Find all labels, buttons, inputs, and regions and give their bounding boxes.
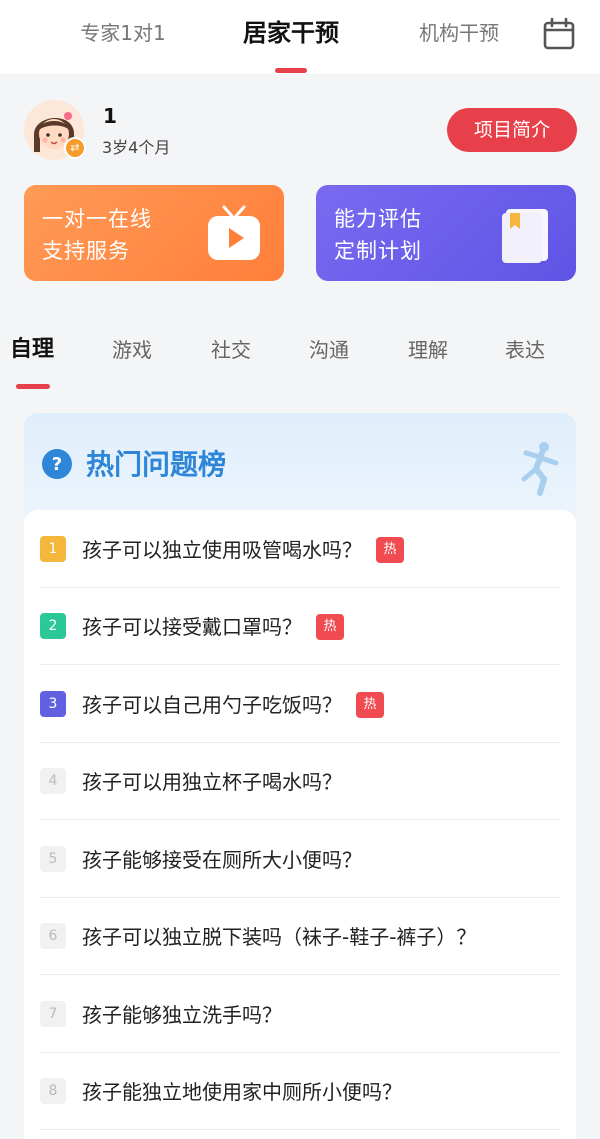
tab-institution-intervention[interactable]: 机构干预 [398,16,520,50]
question-text: 孩子能够独立洗手吗？ [82,999,282,1028]
question-text: 孩子能独立地使用家中厕所小便吗？ [82,1076,402,1105]
question-text: 孩子可以独立使用吸管喝水吗？ 热 [82,534,404,565]
active-tab-indicator [275,68,307,73]
question-text: 孩子能够接受在厕所大小便吗？ [82,844,362,873]
hot-questions-header: ? 热门问题榜 [24,413,576,523]
hot-list-title: 热门问题榜 [86,448,227,481]
question-text: 孩子可以接受戴口罩吗？ 热 [82,611,344,642]
list-item[interactable]: 5 孩子能够接受在厕所大小便吗？ [24,820,576,898]
question-label: 孩子可以独立脱下装吗（袜子-鞋子-裤子）？ [82,925,477,949]
hot-badge: 热 [356,691,384,718]
list-item[interactable]: 1 孩子可以独立使用吸管喝水吗？ 热 [24,510,576,588]
question-label: 孩子能够独立洗手吗？ [82,1003,282,1027]
child-age: 3岁4个月 [102,138,171,157]
hot-badge: 热 [376,536,404,563]
question-label: 孩子可以用独立杯子喝水吗？ [82,770,342,794]
question-icon: ? [42,449,72,479]
question-text: 孩子可以自己用勺子吃饭吗？ 热 [82,689,384,720]
rank-badge: 7 [40,1001,66,1027]
tab-understanding[interactable]: 理解 [408,330,448,370]
question-label: 孩子可以接受戴口罩吗？ [82,615,302,639]
tab-communication[interactable]: 沟通 [309,330,349,370]
hot-badge: 热 [316,613,344,640]
card-subtitle: 定制计划 [334,239,422,263]
hot-question-list: 1 孩子可以独立使用吸管喝水吗？ 热 2 孩子可以接受戴口罩吗？ 热 3 孩子可以自己用勺子吃… [24,510,576,1139]
top-navigation: 专家1对1 居家干预 机构干预 [0,0,600,74]
tab-games[interactable]: 游戏 [112,330,152,370]
svg-text:?: ? [52,454,62,475]
tv-play-icon [208,205,260,260]
question-label: 孩子能够接受在厕所大小便吗？ [82,848,362,872]
active-category-indicator [16,384,50,389]
rank-badge: 4 [40,768,66,794]
rank-badge: 5 [40,846,66,872]
list-item[interactable]: 2 孩子可以接受戴口罩吗？ 热 [24,587,576,665]
card-title: 能力评估 [334,207,422,231]
rank-badge: 8 [40,1078,66,1104]
question-label: 孩子可以独立使用吸管喝水吗？ [82,538,362,562]
rank-badge: 6 [40,923,66,949]
rank-badge: 1 [40,536,66,562]
divider [40,1129,560,1130]
online-support-card[interactable]: 一对一在线 支持服务 [24,185,284,281]
tab-home-intervention[interactable]: 居家干预 [224,16,358,50]
calendar-icon[interactable] [542,17,576,51]
category-tabs: 自理 游戏 社交 沟通 理解 表达 [0,330,600,370]
notebook-icon [502,209,548,263]
card-title: 一对一在线 [42,207,152,231]
list-item[interactable]: 4 孩子可以用独立杯子喝水吗？ [24,742,576,820]
tab-social[interactable]: 社交 [211,330,251,370]
project-intro-button[interactable]: 项目简介 [447,108,577,152]
rank-badge: 3 [40,691,66,717]
tab-expert-one-on-one[interactable]: 专家1对1 [60,16,186,50]
question-text: 孩子可以用独立杯子喝水吗？ [82,766,342,795]
list-item[interactable]: 7 孩子能够独立洗手吗？ [24,975,576,1053]
question-label: 孩子能独立地使用家中厕所小便吗？ [82,1080,402,1104]
switch-child-icon[interactable]: ⇄ [64,137,86,159]
tab-self-care[interactable]: 自理 [10,330,54,370]
child-name: 1 [103,104,117,128]
ability-assessment-card[interactable]: 能力评估 定制计划 [316,185,576,281]
question-text: 孩子可以独立脱下装吗（袜子-鞋子-裤子）？ [82,921,476,950]
tab-expression[interactable]: 表达 [505,330,545,370]
question-label: 孩子可以自己用勺子吃饭吗？ [82,693,342,717]
list-item[interactable]: 6 孩子可以独立脱下装吗（袜子-鞋子-裤子）？ [24,897,576,975]
list-item[interactable]: 3 孩子可以自己用勺子吃饭吗？ 热 [24,665,576,743]
card-subtitle: 支持服务 [42,239,130,263]
rank-badge: 2 [40,613,66,639]
list-item[interactable]: 8 孩子能独立地使用家中厕所小便吗？ [24,1052,576,1130]
running-figure-icon [521,442,559,496]
